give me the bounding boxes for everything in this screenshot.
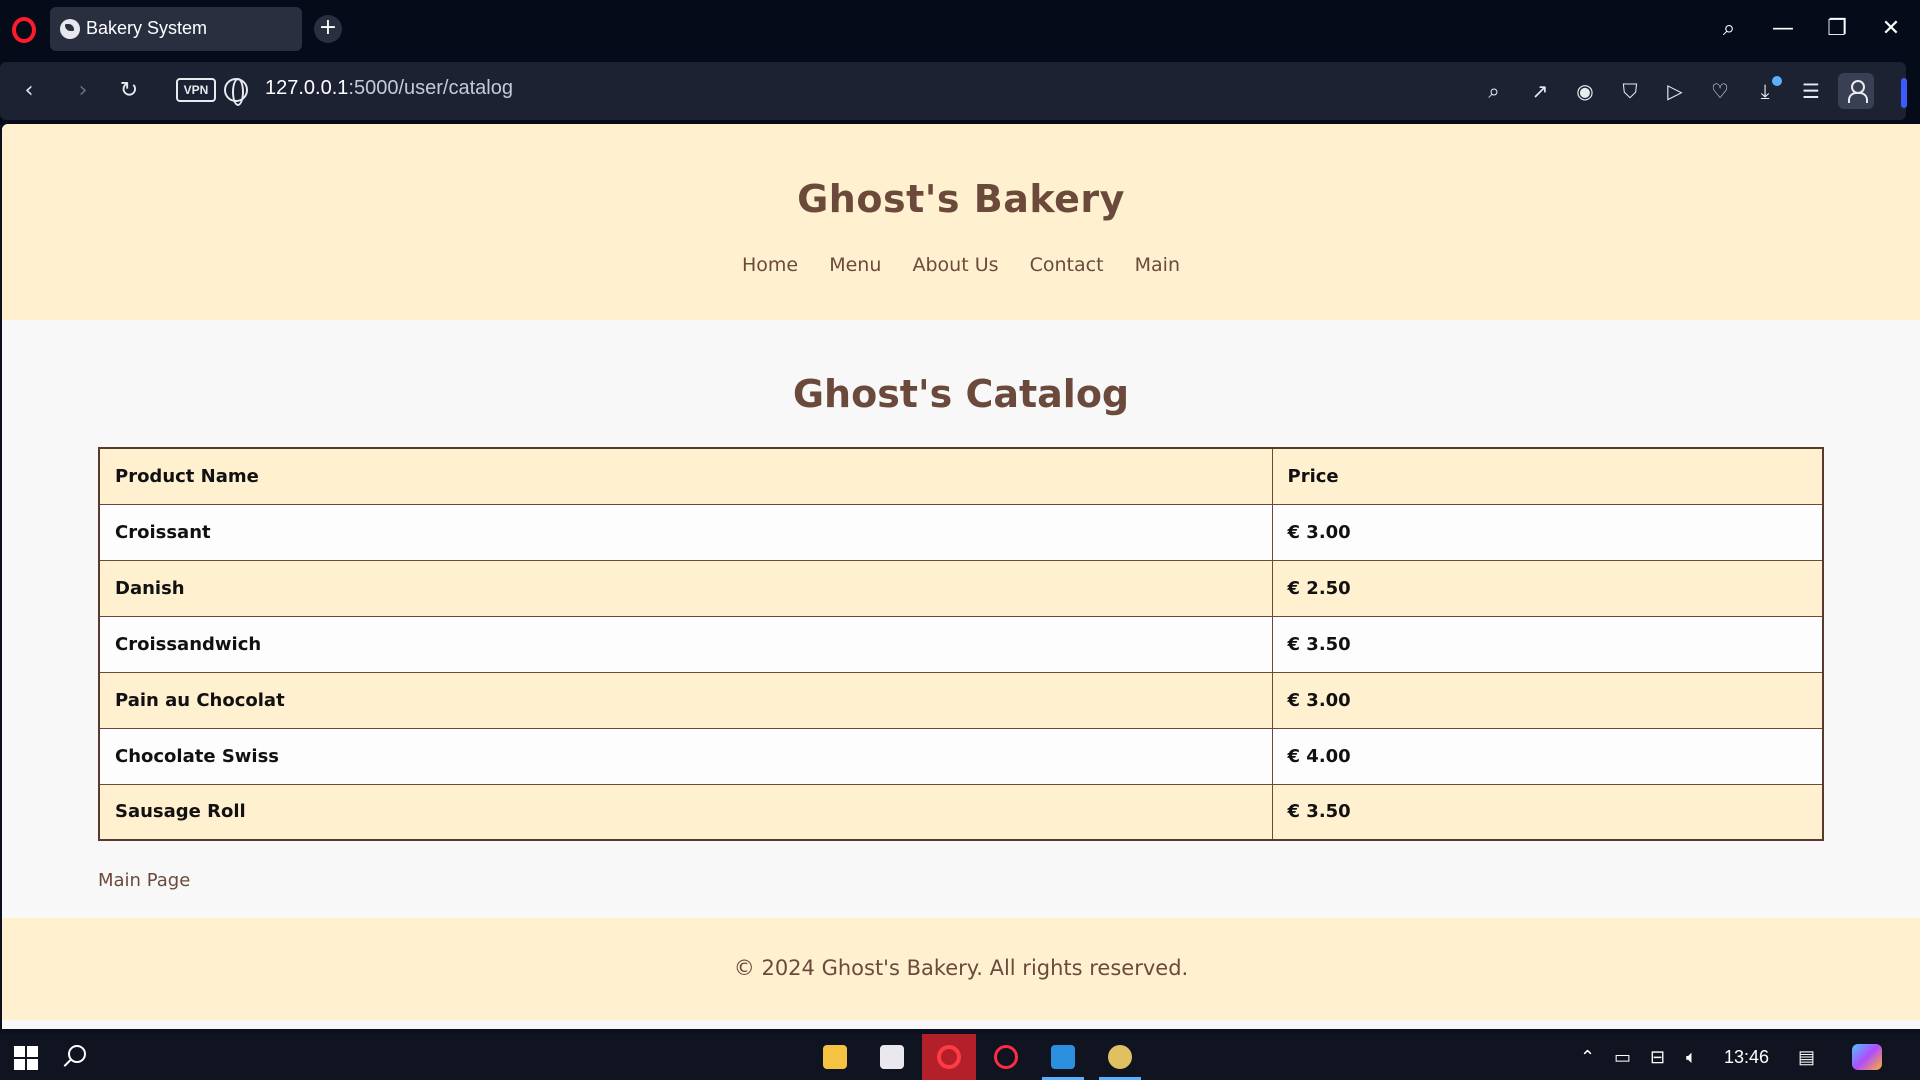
product-name-cell: Chocolate Swiss — [98, 727, 1273, 785]
product-name-cell: Croissandwich — [98, 615, 1273, 673]
file-explorer-icon[interactable] — [808, 1034, 862, 1080]
sidebar-accent — [1901, 78, 1907, 108]
price-cell: € 3.00 — [1271, 671, 1824, 729]
nav-home-link[interactable]: Home — [742, 254, 798, 276]
notifications-icon[interactable]: ▤ — [1798, 1046, 1815, 1068]
table-row: Sausage Roll € 3.50 — [98, 783, 1824, 841]
table-header-row: Product Name Price — [98, 447, 1824, 505]
vpn-badge[interactable]: VPN — [176, 78, 216, 102]
product-name-cell: Sausage Roll — [98, 783, 1273, 841]
nav-menu-link[interactable]: Menu — [829, 254, 881, 276]
easy-setup-icon[interactable]: ☰ — [1797, 78, 1825, 104]
clock-time[interactable]: 13:46 — [1724, 1046, 1769, 1068]
price-cell: € 4.00 — [1271, 727, 1824, 785]
restore-button[interactable]: ❐ — [1820, 12, 1854, 46]
snapshot-camera-icon[interactable]: ◉ — [1571, 78, 1599, 104]
opera-gx-icon[interactable] — [979, 1034, 1033, 1080]
product-name-cell: Croissant — [98, 503, 1273, 561]
site-nav: Home Menu About Us Contact Main — [2, 254, 1920, 276]
download-notification-dot — [1772, 76, 1782, 86]
forward-button[interactable]: › — [68, 76, 98, 106]
flow-send-icon[interactable]: ▷ — [1661, 78, 1689, 104]
price-cell: € 3.50 — [1271, 615, 1824, 673]
profile-icon[interactable] — [1838, 73, 1874, 109]
tab-title: Bakery System — [86, 18, 208, 38]
table-row: Pain au Chocolat € 3.00 — [98, 671, 1824, 729]
windows-taskbar: ⌃ ▭ ⊟ 🔈︎ 13:46 ▤ — [0, 1034, 1920, 1080]
volume-icon[interactable]: 🔈︎ — [1686, 1046, 1697, 1068]
back-button[interactable]: ‹ — [14, 76, 44, 106]
opera-menu-icon[interactable] — [12, 17, 36, 43]
browser-toolbar: ‹ › ↻ VPN 127.0.0.1:5000/user/catalog ⌕ … — [0, 58, 1920, 124]
catalog-heading: Ghost's Catalog — [792, 372, 1130, 416]
search-in-page-icon[interactable]: ⌕ — [1480, 78, 1508, 104]
nav-about-link[interactable]: About Us — [912, 254, 998, 276]
share-icon[interactable]: ↗ — [1526, 78, 1554, 104]
site-footer: © 2024 Ghost's Bakery. All rights reserv… — [2, 918, 1920, 1020]
windows-start-icon[interactable] — [14, 1046, 38, 1070]
site-title: Ghost's Bakery — [797, 177, 1125, 221]
table-row: Danish € 2.50 — [98, 559, 1824, 617]
vscode-icon[interactable] — [1036, 1034, 1090, 1080]
close-window-button[interactable]: ✕ — [1874, 12, 1908, 46]
site-info-icon[interactable] — [224, 78, 248, 106]
copilot-icon[interactable] — [1852, 1044, 1882, 1070]
main-page-link[interactable]: Main Page — [98, 870, 190, 891]
footer-copyright: © 2024 Ghost's Bakery. All rights reserv… — [733, 956, 1189, 980]
price-cell: € 3.50 — [1271, 783, 1824, 841]
search-tabs-icon[interactable]: ⌕ — [1712, 12, 1746, 46]
nav-contact-link[interactable]: Contact — [1030, 254, 1104, 276]
nav-main-link[interactable]: Main — [1135, 254, 1180, 276]
url-path: :5000/user/catalog — [348, 77, 513, 99]
table-row: Croissandwich € 3.50 — [98, 615, 1824, 673]
network-icon[interactable]: ⊟ — [1650, 1046, 1665, 1068]
adblock-shield-icon[interactable]: ⛉ — [1616, 78, 1644, 104]
url-host: 127.0.0.1 — [265, 77, 349, 99]
browser-tab[interactable]: Bakery System — [50, 7, 302, 51]
opera-browser-icon[interactable] — [922, 1034, 976, 1080]
page-viewport: Ghost's Bakery Home Menu About Us Contac… — [2, 124, 1920, 1029]
minimize-button[interactable]: — — [1766, 12, 1800, 46]
microsoft-store-icon[interactable] — [865, 1034, 919, 1080]
table-row: Chocolate Swiss € 4.00 — [98, 727, 1824, 785]
catalog-table: Product Name Price Croissant € 3.00 Dani… — [98, 447, 1824, 841]
browser-tab-strip: Bakery System + ⌕ — ❐ ✕ — [0, 0, 1920, 58]
site-header: Ghost's Bakery Home Menu About Us Contac… — [2, 124, 1920, 320]
reload-button[interactable]: ↻ — [114, 76, 144, 106]
product-name-cell: Pain au Chocolat — [98, 671, 1273, 729]
price-cell: € 3.00 — [1271, 503, 1824, 561]
address-bar[interactable]: 127.0.0.1:5000/user/catalog — [265, 77, 513, 100]
bookmarks-heart-icon[interactable]: ♡ — [1706, 78, 1734, 104]
show-hidden-icons-icon[interactable]: ⌃ — [1580, 1046, 1595, 1068]
product-name-cell: Danish — [98, 559, 1273, 617]
price-cell: € 2.50 — [1271, 559, 1824, 617]
battery-icon[interactable]: ▭ — [1614, 1046, 1631, 1068]
globe-favicon-icon — [60, 19, 80, 39]
new-tab-button[interactable]: + — [314, 15, 342, 43]
column-header-product-name: Product Name — [98, 447, 1273, 505]
taskbar-search-icon[interactable] — [68, 1045, 86, 1063]
paint-icon[interactable] — [1093, 1034, 1147, 1080]
column-header-price: Price — [1271, 447, 1824, 505]
table-row: Croissant € 3.00 — [98, 503, 1824, 561]
